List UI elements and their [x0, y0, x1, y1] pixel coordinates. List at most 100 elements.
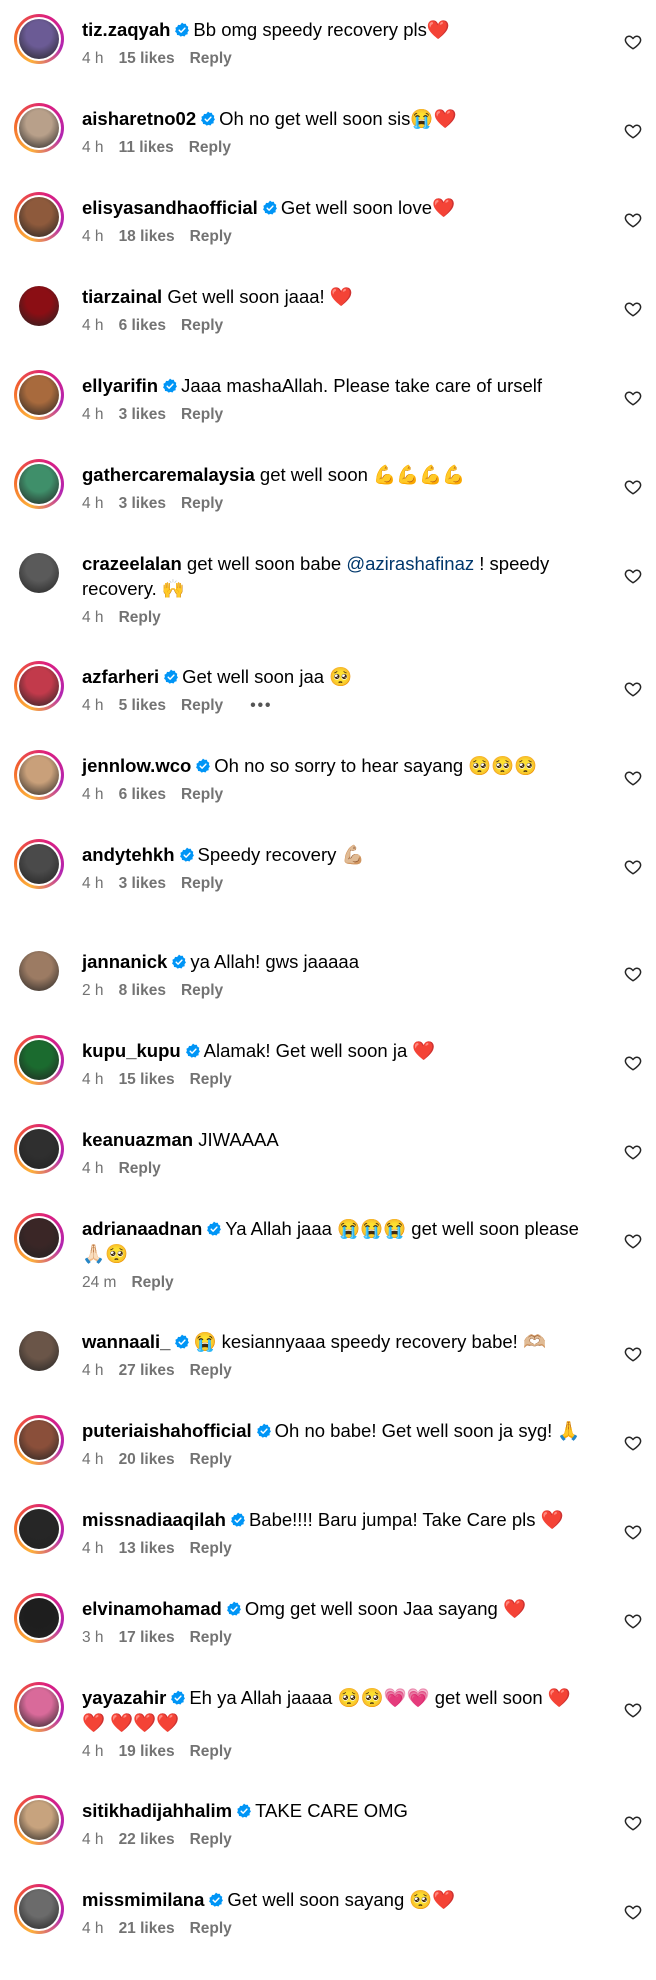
reply-button[interactable]: Reply — [190, 228, 232, 246]
comment-username[interactable]: elisyasandhaofficial — [82, 197, 258, 218]
comment-username[interactable]: tiz.zaqyah — [82, 19, 170, 40]
likes-count[interactable]: 8 likes — [119, 982, 166, 1000]
comment-timestamp[interactable]: 4 h — [82, 1920, 104, 1938]
like-heart-icon[interactable] — [624, 1612, 642, 1630]
avatar[interactable] — [14, 661, 64, 711]
avatar[interactable] — [14, 750, 64, 800]
like-heart-icon[interactable] — [624, 567, 642, 585]
reply-button[interactable]: Reply — [190, 1071, 232, 1089]
avatar[interactable] — [14, 1326, 64, 1376]
avatar[interactable] — [14, 1035, 64, 1085]
likes-count[interactable]: 3 likes — [119, 406, 166, 424]
like-heart-icon[interactable] — [624, 33, 642, 51]
avatar[interactable] — [14, 1124, 64, 1174]
more-options-button[interactable]: ••• — [250, 697, 272, 715]
like-heart-icon[interactable] — [624, 680, 642, 698]
comment-username[interactable]: aisharetno02 — [82, 108, 196, 129]
like-heart-icon[interactable] — [624, 122, 642, 140]
comment-timestamp[interactable]: 4 h — [82, 1160, 104, 1178]
comment-username[interactable]: crazeelalan — [82, 553, 182, 574]
reply-button[interactable]: Reply — [131, 1274, 173, 1292]
comment-username[interactable]: gathercaremalaysia — [82, 464, 255, 485]
comment-timestamp[interactable]: 4 h — [82, 495, 104, 513]
like-heart-icon[interactable] — [624, 211, 642, 229]
comment-username[interactable]: wannaali_ — [82, 1331, 170, 1352]
comment-timestamp[interactable]: 3 h — [82, 1629, 104, 1647]
reply-button[interactable]: Reply — [181, 982, 223, 1000]
reply-button[interactable]: Reply — [190, 1831, 232, 1849]
likes-count[interactable]: 3 likes — [119, 495, 166, 513]
likes-count[interactable]: 5 likes — [119, 697, 166, 715]
comment-timestamp[interactable]: 4 h — [82, 317, 104, 335]
comment-timestamp[interactable]: 4 h — [82, 875, 104, 893]
reply-button[interactable]: Reply — [181, 697, 223, 715]
like-heart-icon[interactable] — [624, 478, 642, 496]
likes-count[interactable]: 18 likes — [119, 228, 175, 246]
comment-username[interactable]: tiarzainal — [82, 286, 162, 307]
like-heart-icon[interactable] — [624, 1054, 642, 1072]
like-heart-icon[interactable] — [624, 769, 642, 787]
reply-button[interactable]: Reply — [181, 317, 223, 335]
avatar[interactable] — [14, 946, 64, 996]
comment-username[interactable]: jennlow.wco — [82, 755, 191, 776]
avatar[interactable] — [14, 1795, 64, 1845]
comment-username[interactable]: puteriaishahofficial — [82, 1420, 252, 1441]
likes-count[interactable]: 17 likes — [119, 1629, 175, 1647]
reply-button[interactable]: Reply — [181, 786, 223, 804]
like-heart-icon[interactable] — [624, 1814, 642, 1832]
comment-username[interactable]: ellyarifin — [82, 375, 158, 396]
comment-timestamp[interactable]: 4 h — [82, 50, 104, 68]
reply-button[interactable]: Reply — [181, 875, 223, 893]
like-heart-icon[interactable] — [624, 1345, 642, 1363]
mention-link[interactable]: @azirashafinaz — [346, 553, 474, 574]
like-heart-icon[interactable] — [624, 1143, 642, 1161]
comment-username[interactable]: missmimilana — [82, 1889, 204, 1910]
comment-username[interactable]: andytehkh — [82, 844, 175, 865]
reply-button[interactable]: Reply — [119, 609, 161, 627]
comment-username[interactable]: azfarheri — [82, 666, 159, 687]
comment-timestamp[interactable]: 4 h — [82, 1451, 104, 1469]
reply-button[interactable]: Reply — [190, 1362, 232, 1380]
comment-timestamp[interactable]: 2 h — [82, 982, 104, 1000]
avatar[interactable] — [14, 1415, 64, 1465]
avatar[interactable] — [14, 281, 64, 331]
reply-button[interactable]: Reply — [190, 1540, 232, 1558]
comment-timestamp[interactable]: 4 h — [82, 406, 104, 424]
comment-timestamp[interactable]: 24 m — [82, 1274, 116, 1292]
reply-button[interactable]: Reply — [119, 1160, 161, 1178]
reply-button[interactable]: Reply — [190, 1920, 232, 1938]
comment-username[interactable]: keanuazman — [82, 1129, 193, 1150]
avatar[interactable] — [14, 1884, 64, 1934]
likes-count[interactable]: 15 likes — [119, 1071, 175, 1089]
avatar[interactable] — [14, 14, 64, 64]
comment-timestamp[interactable]: 4 h — [82, 1743, 104, 1761]
likes-count[interactable]: 11 likes — [119, 139, 174, 157]
likes-count[interactable]: 13 likes — [119, 1540, 175, 1558]
comment-username[interactable]: missnadiaaqilah — [82, 1509, 226, 1530]
reply-button[interactable]: Reply — [190, 1629, 232, 1647]
comment-username[interactable]: adrianaadnan — [82, 1218, 202, 1239]
avatar[interactable] — [14, 1504, 64, 1554]
avatar[interactable] — [14, 459, 64, 509]
comment-timestamp[interactable]: 4 h — [82, 697, 104, 715]
like-heart-icon[interactable] — [624, 965, 642, 983]
reply-button[interactable]: Reply — [190, 1451, 232, 1469]
avatar[interactable] — [14, 1213, 64, 1263]
comment-timestamp[interactable]: 4 h — [82, 609, 104, 627]
avatar[interactable] — [14, 1593, 64, 1643]
like-heart-icon[interactable] — [624, 389, 642, 407]
comment-timestamp[interactable]: 4 h — [82, 786, 104, 804]
avatar[interactable] — [14, 192, 64, 242]
reply-button[interactable]: Reply — [190, 1743, 232, 1761]
comment-timestamp[interactable]: 4 h — [82, 1071, 104, 1089]
comment-timestamp[interactable]: 4 h — [82, 1362, 104, 1380]
comment-timestamp[interactable]: 4 h — [82, 1540, 104, 1558]
comment-timestamp[interactable]: 4 h — [82, 1831, 104, 1849]
like-heart-icon[interactable] — [624, 1903, 642, 1921]
comment-timestamp[interactable]: 4 h — [82, 139, 104, 157]
comment-timestamp[interactable]: 4 h — [82, 228, 104, 246]
like-heart-icon[interactable] — [624, 300, 642, 318]
reply-button[interactable]: Reply — [181, 495, 223, 513]
reply-button[interactable]: Reply — [190, 50, 232, 68]
likes-count[interactable]: 27 likes — [119, 1362, 175, 1380]
